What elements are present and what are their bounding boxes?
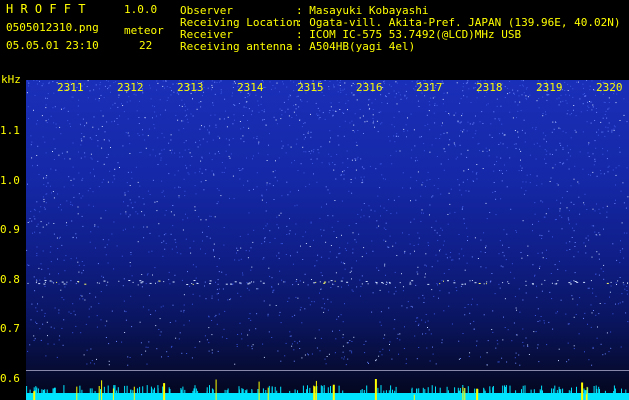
time-tick: 2320 <box>596 81 623 94</box>
spectrogram-noise <box>26 80 629 400</box>
time-tick: 2312 <box>117 81 144 94</box>
time-tick: 2318 <box>476 81 503 94</box>
version-label: 1.0.0 <box>124 3 158 16</box>
unit-label: kHz <box>1 73 21 86</box>
app-title: H R O F F T <box>6 2 86 16</box>
time-tick: 2316 <box>356 81 383 94</box>
time-tick: 2311 <box>57 81 84 94</box>
spectrogram-plot <box>26 80 629 400</box>
freq-tick: 0.6 <box>0 372 20 385</box>
time-tick: 2313 <box>177 81 204 94</box>
freq-tick: 0.7 <box>0 322 20 335</box>
info-antenna-key: Receiving antenna <box>180 40 293 53</box>
freq-tick: 0.8 <box>0 273 20 286</box>
freq-tick: 1.0 <box>0 174 20 187</box>
filename-label: 0505012310.png <box>6 21 99 34</box>
time-tick: 2315 <box>297 81 324 94</box>
time-tick: 2317 <box>416 81 443 94</box>
baseline-divider <box>26 370 629 371</box>
meteor-label: meteor <box>124 24 164 37</box>
datetime-label: 05.05.01 23:10 <box>6 39 99 52</box>
meteor-count: 22 <box>139 39 153 52</box>
time-tick: 2319 <box>536 81 563 94</box>
freq-tick: 0.9 <box>0 223 20 236</box>
info-antenna-value: : A504HB(yagi 4el) <box>296 40 416 53</box>
freq-tick: 1.1 <box>0 124 20 137</box>
time-tick: 2314 <box>237 81 264 94</box>
